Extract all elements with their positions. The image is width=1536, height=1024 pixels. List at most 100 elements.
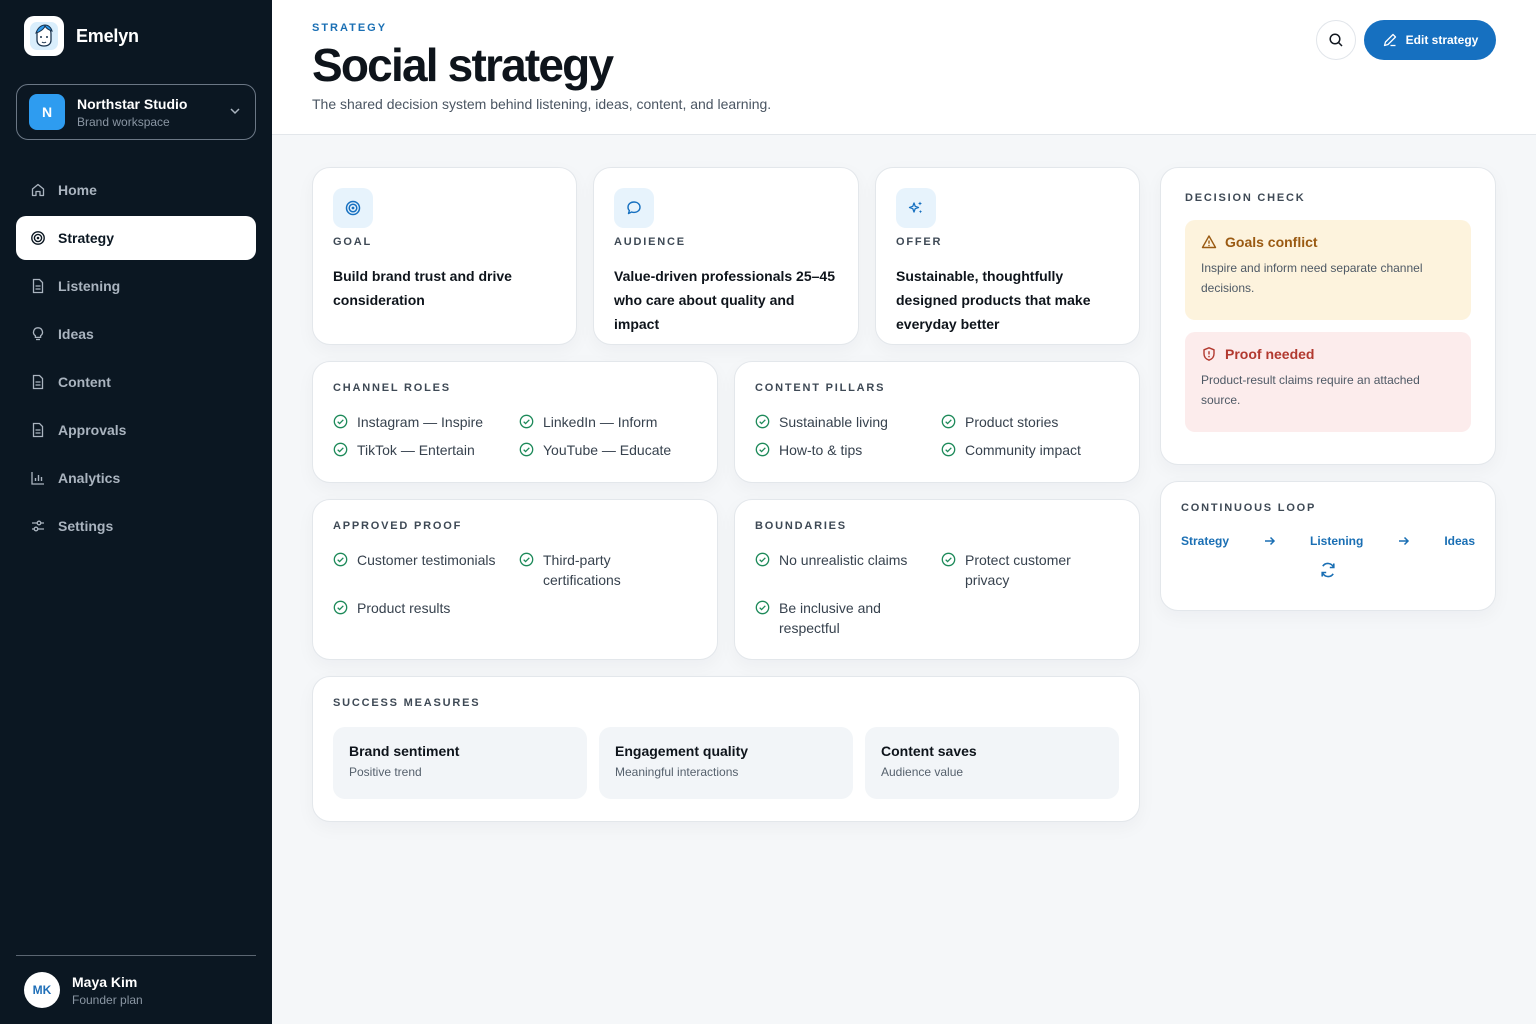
nav-item-content[interactable]: Content (16, 360, 256, 404)
target-icon (333, 188, 373, 228)
check-circle-icon (333, 442, 348, 457)
check-circle-icon (941, 442, 956, 457)
nav-item-approvals[interactable]: Approvals (16, 408, 256, 452)
document-icon (30, 422, 46, 438)
workspace-avatar: N (29, 94, 65, 130)
check-circle-icon (755, 442, 770, 457)
goals-conflict-text: Inspire and inform need separate channel… (1201, 261, 1423, 295)
nav-item-listening[interactable]: Listening (16, 264, 256, 308)
decision-check-label: DECISION CHECK (1185, 192, 1306, 204)
list-item: Product stories (941, 412, 1127, 432)
continuous-loop-label: CONTINUOUS LOOP (1181, 502, 1317, 514)
list-item: YouTube — Educate (519, 440, 705, 460)
check-circle-icon (941, 552, 956, 567)
refresh-icon (1321, 562, 1335, 578)
nav-item-analytics[interactable]: Analytics (16, 456, 256, 500)
nav-label-listening: Listening (58, 278, 121, 294)
measure-subtitle: Positive trend (349, 765, 422, 779)
measure-tile: Content saves Audience value (865, 727, 1119, 799)
check-circle-icon (333, 414, 348, 429)
success-measures-label: SUCCESS MEASURES (333, 697, 481, 709)
proof-needed-title: Proof needed (1225, 346, 1315, 362)
list-item: How-to & tips (755, 440, 941, 460)
chevron-down-icon (230, 108, 240, 115)
nav-item-strategy[interactable]: Strategy (16, 216, 256, 260)
proof-text: Third-party certifications (543, 552, 621, 588)
pillar-text: Community impact (965, 442, 1081, 458)
offer-card: OFFER Sustainable, thoughtfully designed… (875, 167, 1140, 345)
measure-tile: Engagement quality Meaningful interactio… (599, 727, 853, 799)
user-profile[interactable]: MK Maya Kim Founder plan (24, 972, 143, 1008)
nav-label-analytics: Analytics (58, 470, 121, 486)
arrow-right-icon (1398, 536, 1409, 546)
nav-label-settings: Settings (58, 518, 114, 534)
loop-step-listening[interactable]: Listening (1310, 534, 1363, 548)
list-item: Third-party certifications (519, 550, 705, 590)
check-circle-icon (941, 414, 956, 429)
warning-icon (1201, 235, 1217, 249)
workspace-switcher[interactable]: N Northstar Studio Brand workspace (16, 84, 256, 140)
edit-strategy-button[interactable]: Edit strategy (1364, 20, 1496, 60)
user-name: Maya Kim (72, 973, 138, 990)
target-icon (30, 230, 46, 246)
list-item: Protect customer privacy (941, 550, 1127, 590)
arrow-right-icon (1264, 536, 1275, 546)
nav-item-home[interactable]: Home (16, 168, 256, 212)
nav-item-settings[interactable]: Settings (16, 504, 256, 548)
pillar-text: How-to & tips (779, 442, 863, 458)
success-measures-card: SUCCESS MEASURES Brand sentiment Positiv… (312, 676, 1140, 822)
nav-label-strategy: Strategy (58, 230, 115, 246)
lightbulb-icon (30, 326, 46, 342)
check-circle-icon (755, 552, 770, 567)
bar-chart-icon (30, 470, 46, 486)
boundaries-label: BOUNDARIES (755, 520, 847, 532)
loop-step-strategy[interactable]: Strategy (1181, 534, 1229, 548)
measure-subtitle: Audience value (881, 765, 964, 779)
goal-card: GOAL Build brand trust and drive conside… (312, 167, 577, 345)
loop-step-ideas[interactable]: Ideas (1444, 534, 1475, 548)
proof-text: Customer testimonials (357, 552, 496, 568)
list-item: Sustainable living (755, 412, 941, 432)
audience-card: AUDIENCE Value-driven professionals 25–4… (593, 167, 859, 345)
document-icon (30, 278, 46, 294)
pencil-icon (1383, 33, 1396, 47)
content-pillars-label: CONTENT PILLARS (755, 382, 886, 394)
check-circle-icon (519, 552, 534, 567)
audience-label: AUDIENCE (614, 236, 686, 248)
app-name: Emelyn (76, 25, 139, 46)
measure-title: Brand sentiment (349, 743, 460, 759)
approved-proof-label: APPROVED PROOF (333, 520, 463, 532)
search-button[interactable] (1316, 20, 1356, 60)
decision-check-card: DECISION CHECK Goals conflict Inspire an… (1160, 167, 1496, 465)
list-item: Be inclusive and respectful (755, 598, 941, 638)
page-header: STRATEGY Social strategy The shared deci… (272, 0, 1536, 135)
proof-needed-alert: Proof needed Product-result claims requi… (1185, 332, 1471, 432)
channel-role-text: YouTube — Educate (543, 442, 672, 458)
goal-text: Build brand trust and drive consideratio… (333, 268, 512, 308)
brand[interactable]: Emelyn (24, 16, 139, 56)
check-circle-icon (333, 552, 348, 567)
channel-roles-card: CHANNEL ROLES Instagram — Inspire Linked… (312, 361, 718, 483)
sparkles-icon (896, 188, 936, 228)
edit-strategy-label: Edit strategy (1405, 33, 1479, 47)
offer-text: Sustainable, thoughtfully designed produ… (896, 268, 1091, 332)
page-subtitle: The shared decision system behind listen… (312, 96, 772, 112)
list-item: TikTok — Entertain (333, 440, 519, 460)
list-item: Customer testimonials (333, 550, 519, 590)
measure-title: Engagement quality (615, 743, 749, 759)
user-plan: Founder plan (72, 992, 143, 1007)
boundaries-card: BOUNDARIES No unrealistic claims Protect… (734, 499, 1140, 660)
check-circle-icon (333, 600, 348, 615)
goals-conflict-alert: Goals conflict Inspire and inform need s… (1185, 220, 1471, 320)
chat-bubble-icon (614, 188, 654, 228)
main-nav: Home Strategy Listening Ideas Content Ap… (16, 168, 256, 552)
nav-item-ideas[interactable]: Ideas (16, 312, 256, 356)
check-circle-icon (519, 442, 534, 457)
list-item: Product results (333, 598, 519, 618)
channel-role-text: TikTok — Entertain (357, 442, 475, 458)
home-icon (30, 182, 46, 198)
list-item: No unrealistic claims (755, 550, 941, 590)
shield-alert-icon (1203, 347, 1215, 361)
workspace-subtitle: Brand workspace (77, 114, 170, 129)
nav-label-content: Content (58, 374, 111, 390)
